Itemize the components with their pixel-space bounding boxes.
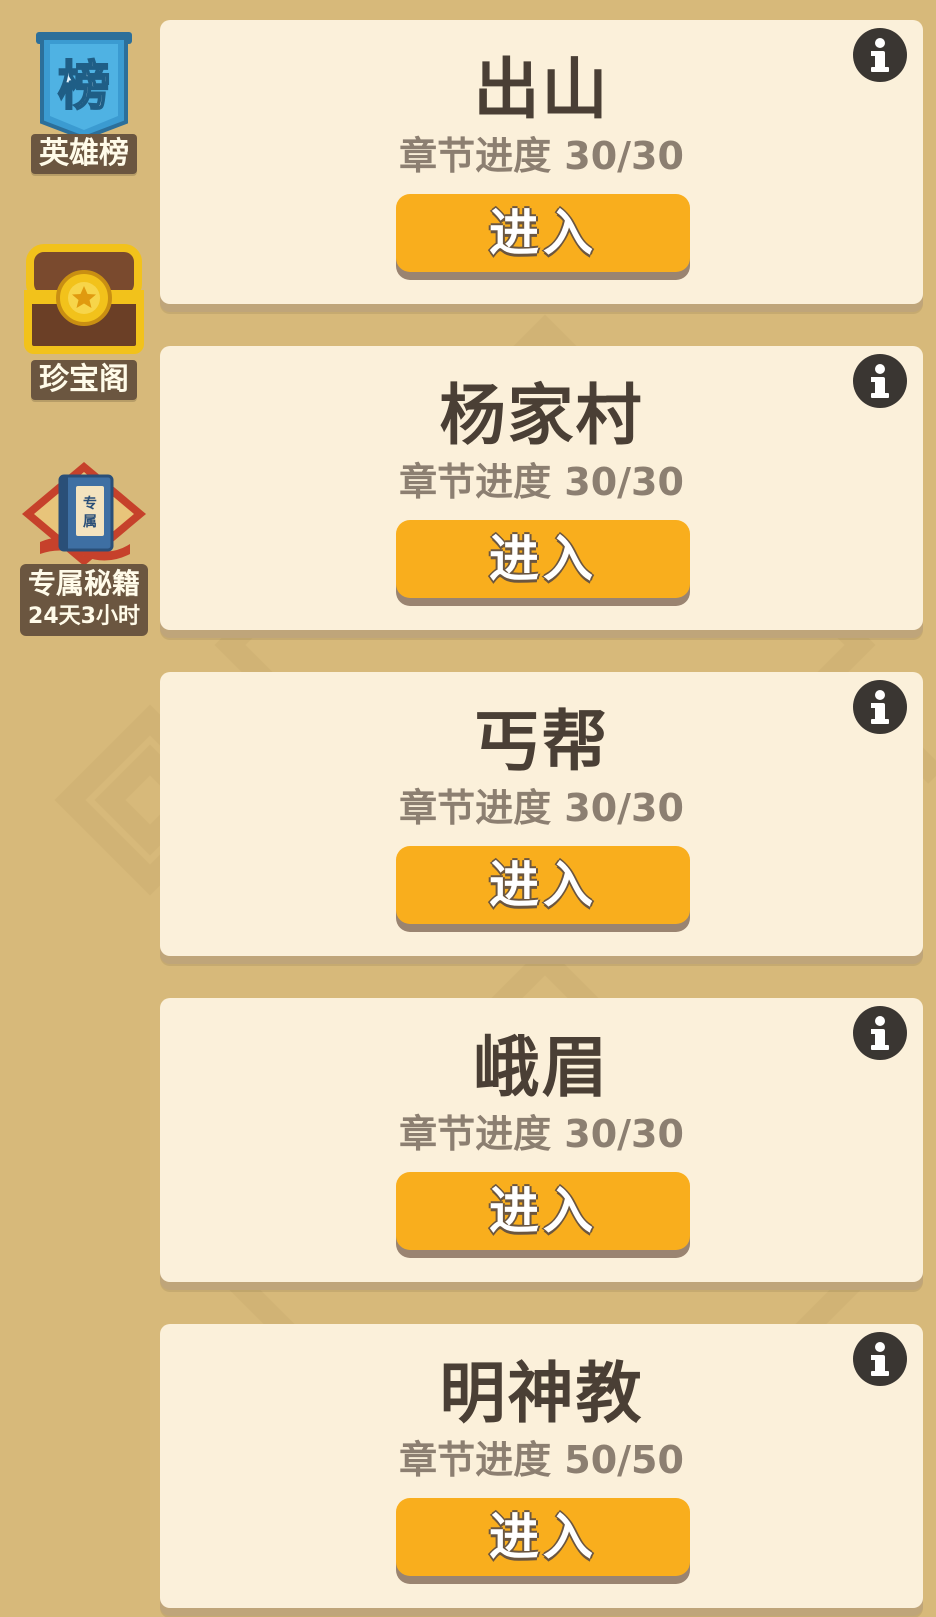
leaderboard-banner-icon: 榜 [18, 30, 150, 142]
sidebar-item-label: 珍宝阁 [31, 360, 137, 400]
enter-button[interactable]: 进入 [396, 194, 690, 272]
enter-button[interactable]: 进入 [396, 846, 690, 924]
exclusive-book-label-box: 专属秘籍 24天3小时 [19, 564, 148, 636]
chapter-title: 丐帮 [473, 703, 610, 780]
countdown-timer: 24天3小时 [26, 602, 142, 632]
chapter-card: 明神教 章节进度 50/50 进入 [160, 1324, 923, 1608]
sidebar-item-label: 专属秘籍 [25, 566, 142, 602]
sidebar-item-exclusive-book[interactable]: 专 属 专属秘籍 24天3小时 [18, 458, 150, 636]
chapter-progress: 章节进度 30/30 [399, 134, 684, 178]
chapter-title: 峨眉 [473, 1029, 610, 1106]
chapter-card: 峨眉 章节进度 30/30 进入 [160, 998, 923, 1282]
chapter-title: 明神教 [439, 1355, 644, 1432]
chapter-progress: 章节进度 30/30 [399, 460, 684, 504]
chapter-card: 出山 章节进度 30/30 进入 [160, 20, 923, 304]
chapter-title: 出山 [473, 51, 610, 128]
enter-button[interactable]: 进入 [396, 1172, 690, 1250]
svg-text:属: 属 [83, 514, 97, 530]
chapter-progress: 章节进度 50/50 [399, 1438, 684, 1482]
chapter-progress: 章节进度 30/30 [399, 786, 684, 830]
chapter-card: 杨家村 章节进度 30/30 进入 [160, 346, 923, 630]
sidebar-item-treasure[interactable]: 珍宝阁 [18, 240, 150, 400]
leaderboard-banner-text: 榜 [58, 57, 110, 117]
enter-button[interactable]: 进入 [396, 1498, 690, 1576]
sidebar-item-leaderboard[interactable]: 榜 英雄榜 [18, 30, 150, 174]
chapter-progress: 章节进度 30/30 [399, 1112, 684, 1156]
sidebar: 榜 英雄榜 珍宝阁 专 属 专属秘籍 24天3小时 [0, 0, 160, 1617]
treasure-chest-icon [18, 240, 150, 358]
sidebar-item-label: 英雄榜 [31, 134, 137, 174]
exclusive-book-text: 专 [83, 495, 97, 512]
chapter-card: 丐帮 章节进度 30/30 进入 [160, 672, 923, 956]
exclusive-book-icon: 专 属 [18, 458, 150, 570]
enter-button[interactable]: 进入 [396, 520, 690, 598]
chapter-title: 杨家村 [439, 377, 644, 454]
